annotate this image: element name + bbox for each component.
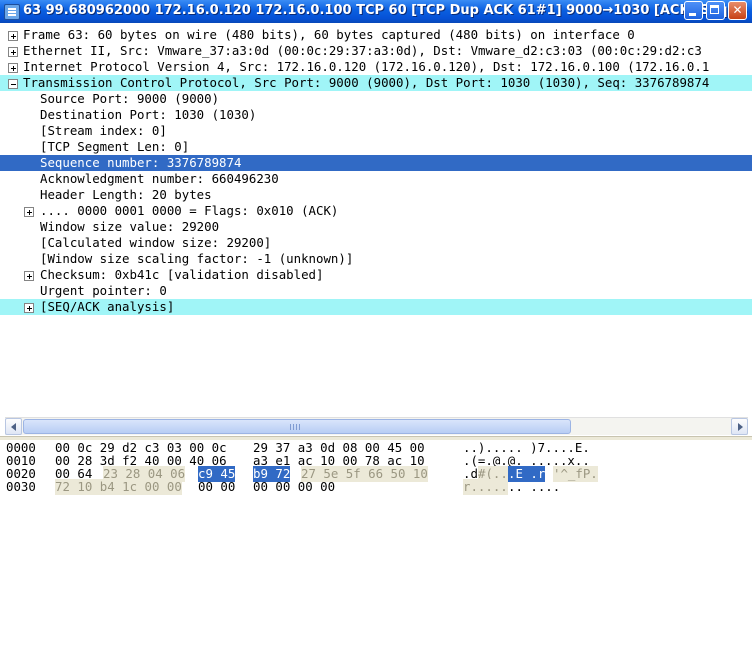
- tree-label: Acknowledgment number: 660496230: [40, 171, 279, 186]
- maximize-button[interactable]: [706, 1, 725, 20]
- hex-ascii: .. ....: [508, 479, 561, 494]
- packet-bytes-pane[interactable]: 0000 00 0c 29 d2 c3 03 00 0c 29 37 a3 0d…: [0, 440, 752, 518]
- tree-label: [Calculated window size: 29200]: [40, 235, 272, 250]
- hex-row[interactable]: 0030 72 10 b4 1c 00 00 00 00 00 00 00 00…: [0, 479, 752, 495]
- hex-offset: 0030: [6, 479, 36, 494]
- title-bar[interactable]: 63 99.680962000 172.16.0.120 172.16.0.10…: [0, 0, 752, 23]
- tree-row-window-size[interactable]: Window size value: 29200: [0, 219, 752, 235]
- tree-row-calc-window[interactable]: [Calculated window size: 29200]: [0, 235, 752, 251]
- maximize-icon: [710, 5, 719, 14]
- tree-label: Ethernet II, Src: Vmware_37:a3:0d (00:0c…: [23, 43, 702, 58]
- app-icon: [4, 4, 20, 20]
- tree-label: Window size value: 29200: [40, 219, 220, 234]
- hex-ascii-tcp: r.....: [463, 479, 508, 495]
- tree-label: [Window size scaling factor: -1 (unknown…: [40, 251, 354, 266]
- tree-label: Sequence number: 3376789874: [40, 155, 242, 170]
- tree-row-seq-number[interactable]: Sequence number: 3376789874: [0, 155, 752, 171]
- grip-icon: [290, 424, 302, 430]
- minimize-button[interactable]: [684, 1, 703, 20]
- close-button[interactable]: ✕: [728, 1, 747, 20]
- minimize-icon: [689, 13, 696, 16]
- tree-label: Transmission Control Protocol, Src Port:…: [23, 75, 710, 90]
- arrow-left-icon: [11, 423, 16, 431]
- tree-label: Urgent pointer: 0: [40, 283, 167, 298]
- window-title: 63 99.680962000 172.16.0.120 172.16.0.10…: [23, 3, 748, 18]
- tree-label: [TCP Segment Len: 0]: [40, 139, 190, 154]
- expand-icon[interactable]: [24, 303, 34, 313]
- arrow-right-icon: [738, 423, 743, 431]
- tree-label: Frame 63: 60 bytes on wire (480 bits), 6…: [23, 27, 635, 42]
- tree-row-checksum[interactable]: Checksum: 0xb41c [validation disabled]: [0, 267, 752, 283]
- expand-icon[interactable]: [24, 207, 34, 217]
- tree-row-flags[interactable]: .... 0000 0001 0000 = Flags: 0x010 (ACK): [0, 203, 752, 219]
- tree-row-frame[interactable]: Frame 63: 60 bytes on wire (480 bits), 6…: [0, 27, 752, 43]
- tree-label: Header Length: 20 bytes: [40, 187, 212, 202]
- tree-row-stream-index[interactable]: [Stream index: 0]: [0, 123, 752, 139]
- tree-label: Destination Port: 1030 (1030): [40, 107, 257, 122]
- tree-row-tcp[interactable]: Transmission Control Protocol, Src Port:…: [0, 75, 752, 91]
- expand-icon[interactable]: [24, 271, 34, 281]
- tree-row-dst-port[interactable]: Destination Port: 1030 (1030): [0, 107, 752, 123]
- tree-row-seq-ack[interactable]: [SEQ/ACK analysis]: [0, 299, 752, 315]
- tree-label: [Stream index: 0]: [40, 123, 167, 138]
- hex-bytes: 00 00: [198, 479, 236, 494]
- scroll-right-button[interactable]: [731, 418, 748, 435]
- tree-label: Internet Protocol Version 4, Src: 172.16…: [23, 59, 710, 74]
- tree-label: [SEQ/ACK analysis]: [40, 299, 175, 314]
- tree-row-ip[interactable]: Internet Protocol Version 4, Src: 172.16…: [0, 59, 752, 75]
- tree-row-header-length[interactable]: Header Length: 20 bytes: [0, 187, 752, 203]
- expand-icon[interactable]: [8, 63, 18, 73]
- tree-row-src-port[interactable]: Source Port: 9000 (9000): [0, 91, 752, 107]
- tree-row-urgent[interactable]: Urgent pointer: 0: [0, 283, 752, 299]
- scroll-left-button[interactable]: [5, 418, 22, 435]
- tree-row-segment-len[interactable]: [TCP Segment Len: 0]: [0, 139, 752, 155]
- tree-label: .... 0000 0001 0000 = Flags: 0x010 (ACK): [40, 203, 339, 218]
- collapse-icon[interactable]: [8, 79, 18, 89]
- close-icon: ✕: [732, 3, 743, 17]
- expand-icon[interactable]: [8, 47, 18, 57]
- tree-label: Checksum: 0xb41c [validation disabled]: [40, 267, 324, 282]
- tree-row-ethernet[interactable]: Ethernet II, Src: Vmware_37:a3:0d (00:0c…: [0, 43, 752, 59]
- hex-bytes-tcp: 72 10 b4 1c 00 00: [55, 479, 182, 495]
- expand-icon[interactable]: [8, 31, 18, 41]
- tree-row-window-scaling[interactable]: [Window size scaling factor: -1 (unknown…: [0, 251, 752, 267]
- tree-row-ack-number[interactable]: Acknowledgment number: 660496230: [0, 171, 752, 187]
- tree-label: Source Port: 9000 (9000): [40, 91, 220, 106]
- horizontal-scrollbar[interactable]: [5, 417, 748, 435]
- packet-details-tree[interactable]: Frame 63: 60 bytes on wire (480 bits), 6…: [0, 25, 752, 415]
- hex-bytes: 00 00 00 00: [253, 479, 336, 494]
- scrollbar-thumb[interactable]: [23, 419, 571, 434]
